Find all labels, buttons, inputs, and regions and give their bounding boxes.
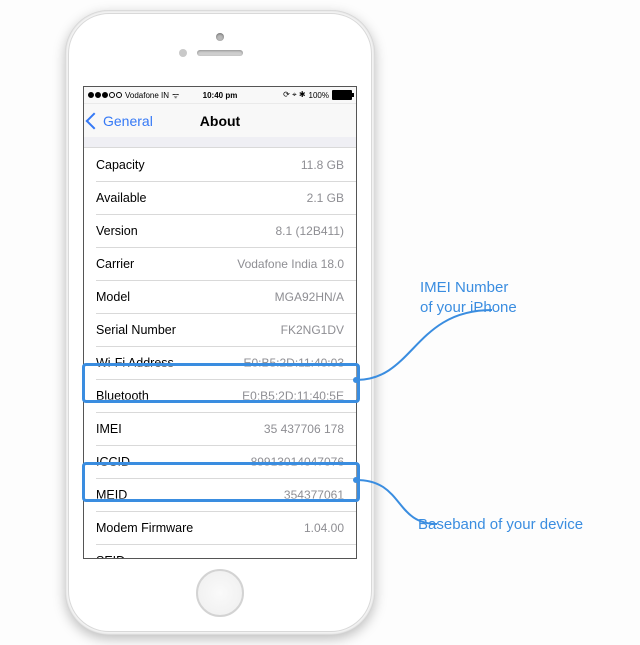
row-value: 11.8 GB bbox=[301, 158, 344, 172]
about-row-iccid: ICCID 89913014047076 bbox=[84, 445, 356, 478]
screen: Vodafone IN ᯤ 10:40 pm ⟳ ⌖ ✱ 100% Genera… bbox=[83, 86, 357, 559]
about-row-serial-number: Serial Number FK2NG1DV bbox=[84, 313, 356, 346]
phone-inner: Vodafone IN ᯤ 10:40 pm ⟳ ⌖ ✱ 100% Genera… bbox=[68, 13, 372, 632]
row-label: Capacity bbox=[96, 158, 145, 172]
carrier-label: Vodafone IN bbox=[125, 91, 169, 100]
back-button[interactable]: General bbox=[88, 104, 153, 138]
row-value: FK2NG1DV bbox=[281, 323, 344, 337]
row-label: Modem Firmware bbox=[96, 521, 193, 535]
row-value: 2.1 GB bbox=[307, 191, 344, 205]
about-group: Capacity 11.8 GB Available 2.1 GB Version 8.1… bbox=[84, 147, 356, 558]
row-label: Model bbox=[96, 290, 130, 304]
row-value: E0:B5:2D:11:40:5E bbox=[242, 389, 344, 403]
about-row-wi-fi-address: Wi-Fi Address E0:B5:2D:11:40:03 bbox=[84, 346, 356, 379]
row-label: Wi-Fi Address bbox=[96, 356, 174, 370]
about-row-model: Model MGA92HN/A bbox=[84, 280, 356, 313]
about-row-bluetooth: Bluetooth E0:B5:2D:11:40:5E bbox=[84, 379, 356, 412]
row-label: Available bbox=[96, 191, 147, 205]
row-label: Carrier bbox=[96, 257, 134, 271]
baseband-callout: Baseband of your device bbox=[418, 516, 583, 533]
about-row-capacity: Capacity 11.8 GB bbox=[84, 148, 356, 181]
chevron-right-icon: › bbox=[339, 553, 344, 559]
chevron-left-icon bbox=[86, 113, 103, 130]
row-value: MGA92HN/A bbox=[275, 290, 344, 304]
row-label: Version bbox=[96, 224, 138, 238]
status-bar: Vodafone IN ᯤ 10:40 pm ⟳ ⌖ ✱ 100% bbox=[84, 87, 356, 104]
camera-dot bbox=[216, 33, 224, 41]
signal-icon bbox=[88, 92, 122, 98]
row-value: 89913014047076 bbox=[251, 455, 344, 469]
row-value: 354377061 bbox=[284, 488, 344, 502]
row-label: MEID bbox=[96, 488, 127, 502]
home-button[interactable] bbox=[196, 569, 244, 617]
about-row-meid: MEID 354377061 bbox=[84, 478, 356, 511]
battery-icon bbox=[332, 90, 352, 100]
row-label: ICCID bbox=[96, 455, 130, 469]
about-content[interactable]: Capacity 11.8 GB Available 2.1 GB Version 8.1… bbox=[84, 137, 356, 558]
about-row-version: Version 8.1 (12B411) bbox=[84, 214, 356, 247]
row-label: Bluetooth bbox=[96, 389, 149, 403]
row-label: IMEI bbox=[96, 422, 122, 436]
about-row-seid[interactable]: SEID › bbox=[84, 544, 356, 558]
row-value: E0:B5:2D:11:40:03 bbox=[243, 356, 344, 370]
status-icons: ⟳ ⌖ ✱ bbox=[283, 90, 305, 100]
row-value: 1.04.00 bbox=[304, 521, 344, 535]
row-value: Vodafone India 18.0 bbox=[237, 257, 344, 271]
about-row-available: Available 2.1 GB bbox=[84, 181, 356, 214]
row-value: 35 437706 178 bbox=[264, 422, 344, 436]
imei-callout: IMEI Number of your iPhone bbox=[420, 278, 517, 317]
about-row-imei: IMEI 35 437706 178 bbox=[84, 412, 356, 445]
wifi-icon: ᯤ bbox=[172, 90, 179, 101]
battery-pct: 100% bbox=[309, 91, 329, 100]
sensor-dot bbox=[179, 49, 187, 57]
speaker-slot bbox=[197, 50, 243, 56]
row-label: Serial Number bbox=[96, 323, 176, 337]
about-row-modem-firmware: Modem Firmware 1.04.00 bbox=[84, 511, 356, 544]
phone-frame: Vodafone IN ᯤ 10:40 pm ⟳ ⌖ ✱ 100% Genera… bbox=[65, 10, 375, 635]
nav-bar: General About bbox=[84, 104, 356, 139]
page-title: About bbox=[200, 113, 240, 129]
row-value: 8.1 (12B411) bbox=[276, 224, 345, 238]
about-row-carrier: Carrier Vodafone India 18.0 bbox=[84, 247, 356, 280]
row-label: SEID bbox=[96, 554, 125, 559]
back-label: General bbox=[103, 113, 153, 129]
